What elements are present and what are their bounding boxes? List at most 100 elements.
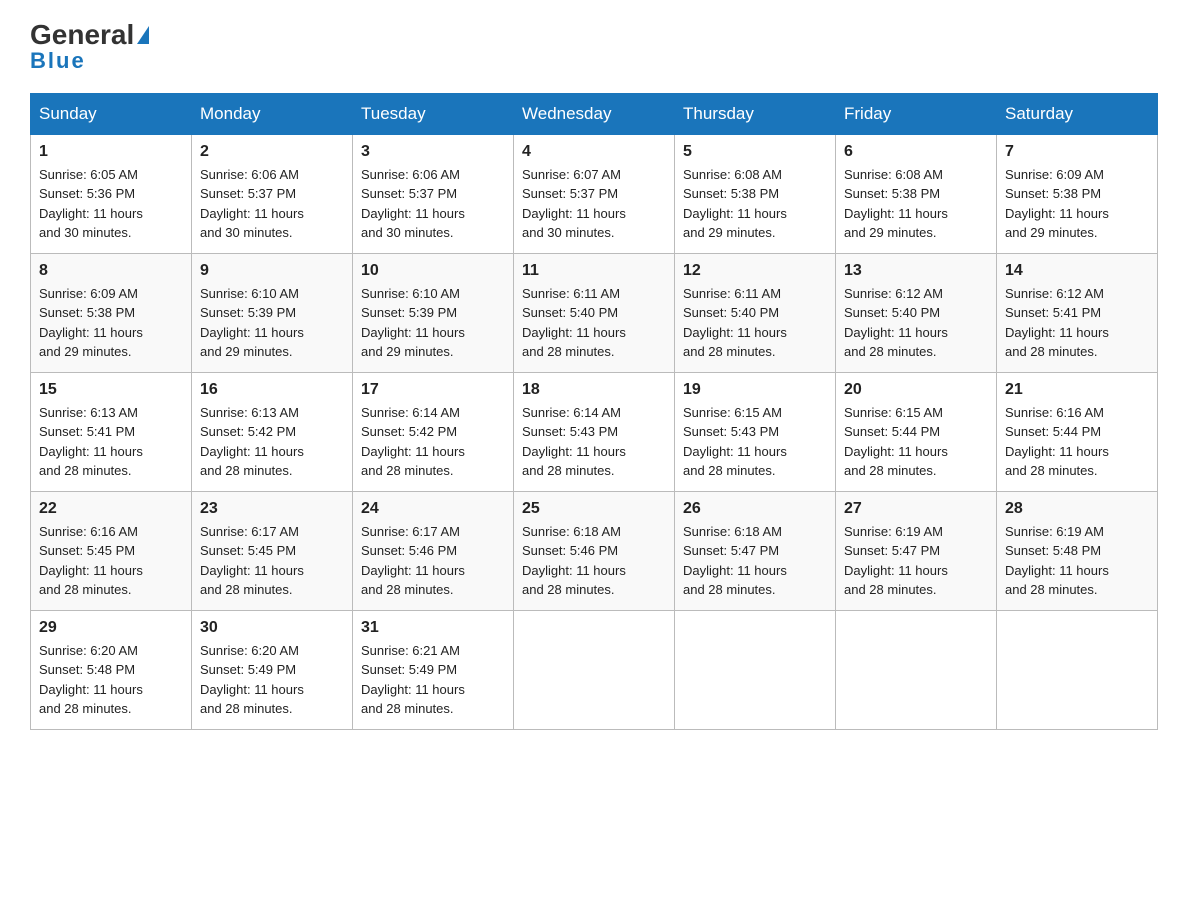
day-info: Sunrise: 6:19 AMSunset: 5:48 PMDaylight:… — [1005, 522, 1149, 600]
calendar-cell: 31 Sunrise: 6:21 AMSunset: 5:49 PMDaylig… — [353, 610, 514, 729]
calendar-cell: 16 Sunrise: 6:13 AMSunset: 5:42 PMDaylig… — [192, 372, 353, 491]
day-info: Sunrise: 6:11 AMSunset: 5:40 PMDaylight:… — [522, 284, 666, 362]
day-info: Sunrise: 6:13 AMSunset: 5:41 PMDaylight:… — [39, 403, 183, 481]
day-info: Sunrise: 6:10 AMSunset: 5:39 PMDaylight:… — [200, 284, 344, 362]
calendar-cell: 24 Sunrise: 6:17 AMSunset: 5:46 PMDaylig… — [353, 491, 514, 610]
calendar-cell: 7 Sunrise: 6:09 AMSunset: 5:38 PMDayligh… — [997, 134, 1158, 253]
day-number: 9 — [200, 262, 344, 280]
day-number: 19 — [683, 381, 827, 399]
calendar-cell: 12 Sunrise: 6:11 AMSunset: 5:40 PMDaylig… — [675, 253, 836, 372]
calendar-cell: 26 Sunrise: 6:18 AMSunset: 5:47 PMDaylig… — [675, 491, 836, 610]
day-number: 17 — [361, 381, 505, 399]
calendar-cell: 28 Sunrise: 6:19 AMSunset: 5:48 PMDaylig… — [997, 491, 1158, 610]
day-number: 26 — [683, 500, 827, 518]
page-header: General Blue — [30, 20, 1158, 73]
calendar-cell — [675, 610, 836, 729]
calendar-cell: 2 Sunrise: 6:06 AMSunset: 5:37 PMDayligh… — [192, 134, 353, 253]
day-info: Sunrise: 6:16 AMSunset: 5:44 PMDaylight:… — [1005, 403, 1149, 481]
day-info: Sunrise: 6:09 AMSunset: 5:38 PMDaylight:… — [1005, 165, 1149, 243]
day-number: 16 — [200, 381, 344, 399]
calendar-cell: 30 Sunrise: 6:20 AMSunset: 5:49 PMDaylig… — [192, 610, 353, 729]
day-info: Sunrise: 6:12 AMSunset: 5:41 PMDaylight:… — [1005, 284, 1149, 362]
day-info: Sunrise: 6:20 AMSunset: 5:48 PMDaylight:… — [39, 641, 183, 719]
day-number: 27 — [844, 500, 988, 518]
calendar-cell: 1 Sunrise: 6:05 AMSunset: 5:36 PMDayligh… — [31, 134, 192, 253]
logo: General Blue — [30, 20, 149, 73]
day-number: 6 — [844, 143, 988, 161]
weekday-header-thursday: Thursday — [675, 93, 836, 134]
day-number: 23 — [200, 500, 344, 518]
day-number: 24 — [361, 500, 505, 518]
calendar-cell: 22 Sunrise: 6:16 AMSunset: 5:45 PMDaylig… — [31, 491, 192, 610]
day-number: 20 — [844, 381, 988, 399]
logo-general: General — [30, 20, 134, 51]
day-number: 4 — [522, 143, 666, 161]
day-info: Sunrise: 6:14 AMSunset: 5:42 PMDaylight:… — [361, 403, 505, 481]
day-number: 8 — [39, 262, 183, 280]
calendar-cell: 3 Sunrise: 6:06 AMSunset: 5:37 PMDayligh… — [353, 134, 514, 253]
day-number: 22 — [39, 500, 183, 518]
day-info: Sunrise: 6:15 AMSunset: 5:43 PMDaylight:… — [683, 403, 827, 481]
calendar-cell: 27 Sunrise: 6:19 AMSunset: 5:47 PMDaylig… — [836, 491, 997, 610]
day-number: 13 — [844, 262, 988, 280]
calendar-cell: 17 Sunrise: 6:14 AMSunset: 5:42 PMDaylig… — [353, 372, 514, 491]
calendar-week-row: 22 Sunrise: 6:16 AMSunset: 5:45 PMDaylig… — [31, 491, 1158, 610]
calendar-cell: 21 Sunrise: 6:16 AMSunset: 5:44 PMDaylig… — [997, 372, 1158, 491]
calendar-cell: 19 Sunrise: 6:15 AMSunset: 5:43 PMDaylig… — [675, 372, 836, 491]
weekday-header-friday: Friday — [836, 93, 997, 134]
day-info: Sunrise: 6:15 AMSunset: 5:44 PMDaylight:… — [844, 403, 988, 481]
calendar-week-row: 29 Sunrise: 6:20 AMSunset: 5:48 PMDaylig… — [31, 610, 1158, 729]
calendar-cell: 9 Sunrise: 6:10 AMSunset: 5:39 PMDayligh… — [192, 253, 353, 372]
calendar-cell: 8 Sunrise: 6:09 AMSunset: 5:38 PMDayligh… — [31, 253, 192, 372]
calendar-week-row: 8 Sunrise: 6:09 AMSunset: 5:38 PMDayligh… — [31, 253, 1158, 372]
day-number: 15 — [39, 381, 183, 399]
calendar-cell: 11 Sunrise: 6:11 AMSunset: 5:40 PMDaylig… — [514, 253, 675, 372]
day-info: Sunrise: 6:06 AMSunset: 5:37 PMDaylight:… — [361, 165, 505, 243]
day-info: Sunrise: 6:07 AMSunset: 5:37 PMDaylight:… — [522, 165, 666, 243]
calendar-cell: 6 Sunrise: 6:08 AMSunset: 5:38 PMDayligh… — [836, 134, 997, 253]
day-number: 29 — [39, 619, 183, 637]
calendar-cell: 29 Sunrise: 6:20 AMSunset: 5:48 PMDaylig… — [31, 610, 192, 729]
calendar-cell — [836, 610, 997, 729]
calendar-cell: 15 Sunrise: 6:13 AMSunset: 5:41 PMDaylig… — [31, 372, 192, 491]
day-number: 7 — [1005, 143, 1149, 161]
day-number: 3 — [361, 143, 505, 161]
day-info: Sunrise: 6:18 AMSunset: 5:46 PMDaylight:… — [522, 522, 666, 600]
day-info: Sunrise: 6:08 AMSunset: 5:38 PMDaylight:… — [844, 165, 988, 243]
day-number: 18 — [522, 381, 666, 399]
weekday-header-sunday: Sunday — [31, 93, 192, 134]
day-number: 31 — [361, 619, 505, 637]
day-number: 25 — [522, 500, 666, 518]
logo-blue: Blue — [30, 49, 86, 73]
day-info: Sunrise: 6:19 AMSunset: 5:47 PMDaylight:… — [844, 522, 988, 600]
calendar-cell: 13 Sunrise: 6:12 AMSunset: 5:40 PMDaylig… — [836, 253, 997, 372]
day-info: Sunrise: 6:09 AMSunset: 5:38 PMDaylight:… — [39, 284, 183, 362]
day-info: Sunrise: 6:06 AMSunset: 5:37 PMDaylight:… — [200, 165, 344, 243]
day-info: Sunrise: 6:17 AMSunset: 5:46 PMDaylight:… — [361, 522, 505, 600]
weekday-header-monday: Monday — [192, 93, 353, 134]
day-number: 21 — [1005, 381, 1149, 399]
calendar-week-row: 15 Sunrise: 6:13 AMSunset: 5:41 PMDaylig… — [31, 372, 1158, 491]
weekday-header-row: SundayMondayTuesdayWednesdayThursdayFrid… — [31, 93, 1158, 134]
day-number: 12 — [683, 262, 827, 280]
calendar-cell: 18 Sunrise: 6:14 AMSunset: 5:43 PMDaylig… — [514, 372, 675, 491]
day-info: Sunrise: 6:18 AMSunset: 5:47 PMDaylight:… — [683, 522, 827, 600]
day-info: Sunrise: 6:12 AMSunset: 5:40 PMDaylight:… — [844, 284, 988, 362]
calendar-cell — [514, 610, 675, 729]
day-number: 1 — [39, 143, 183, 161]
day-info: Sunrise: 6:20 AMSunset: 5:49 PMDaylight:… — [200, 641, 344, 719]
day-number: 10 — [361, 262, 505, 280]
weekday-header-wednesday: Wednesday — [514, 93, 675, 134]
day-info: Sunrise: 6:11 AMSunset: 5:40 PMDaylight:… — [683, 284, 827, 362]
calendar-cell — [997, 610, 1158, 729]
day-number: 30 — [200, 619, 344, 637]
calendar-table: SundayMondayTuesdayWednesdayThursdayFrid… — [30, 93, 1158, 730]
weekday-header-saturday: Saturday — [997, 93, 1158, 134]
calendar-cell: 10 Sunrise: 6:10 AMSunset: 5:39 PMDaylig… — [353, 253, 514, 372]
calendar-cell: 20 Sunrise: 6:15 AMSunset: 5:44 PMDaylig… — [836, 372, 997, 491]
calendar-cell: 5 Sunrise: 6:08 AMSunset: 5:38 PMDayligh… — [675, 134, 836, 253]
day-number: 2 — [200, 143, 344, 161]
day-info: Sunrise: 6:08 AMSunset: 5:38 PMDaylight:… — [683, 165, 827, 243]
day-number: 5 — [683, 143, 827, 161]
day-info: Sunrise: 6:21 AMSunset: 5:49 PMDaylight:… — [361, 641, 505, 719]
